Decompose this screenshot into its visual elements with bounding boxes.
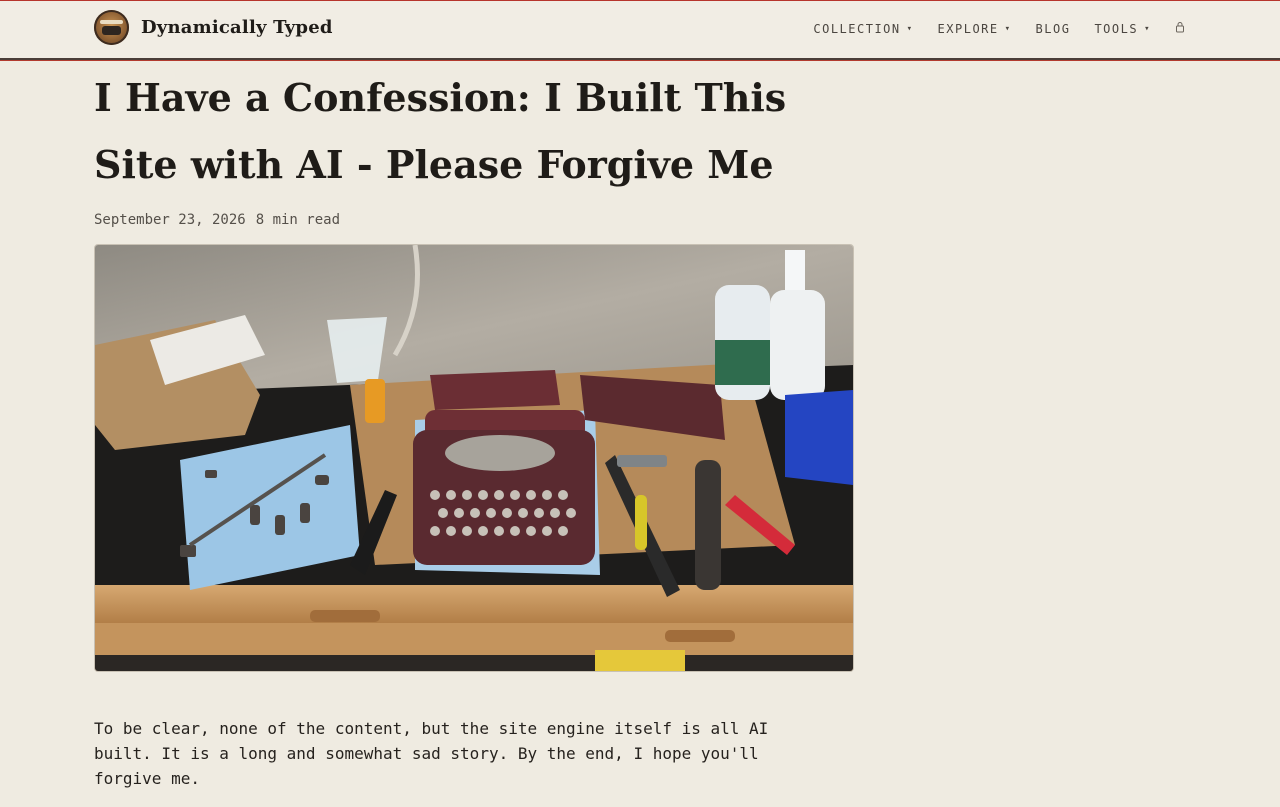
nav-collection[interactable]: COLLECTION ▾	[813, 22, 913, 36]
lock-button[interactable]	[1175, 22, 1185, 35]
hero-image	[94, 244, 854, 672]
article-intro: To be clear, none of the content, but th…	[94, 719, 769, 788]
lock-icon	[1176, 22, 1184, 33]
article-read-time: 8 min read	[255, 212, 341, 228]
site-brand-link[interactable]: Dynamically Typed	[94, 10, 333, 45]
chevron-down-icon: ▾	[1144, 24, 1151, 34]
nav-blog[interactable]: BLOG	[1036, 22, 1071, 36]
article-meta: September 23, 2026 8 min read	[94, 212, 854, 228]
chevron-down-icon: ▾	[1004, 24, 1012, 34]
nav-blog-label: BLOG	[1035, 22, 1071, 36]
site-header: Dynamically Typed COLLECTION ▾ EXPLORE ▾…	[0, 0, 1280, 61]
article-title: I Have a Confession: I Built This Site w…	[94, 75, 787, 187]
nav-tools[interactable]: TOOLS ▾	[1094, 22, 1151, 36]
typewriter-workbench-photo	[95, 245, 853, 671]
typewriter-logo-icon	[94, 10, 129, 45]
article-date: September 23, 2026	[94, 212, 246, 228]
chevron-down-icon: ▾	[906, 24, 914, 34]
nav-tools-label: TOOLS	[1094, 22, 1139, 36]
nav-explore-label: EXPLORE	[937, 22, 999, 36]
main-nav: COLLECTION ▾ EXPLORE ▾ BLOG TOOLS ▾	[813, 22, 1185, 36]
nav-collection-label: COLLECTION	[813, 22, 901, 36]
nav-explore[interactable]: EXPLORE ▾	[938, 22, 1012, 36]
site-name: Dynamically Typed	[141, 17, 333, 38]
article: I Have a Confession: I Built This Site w…	[94, 60, 854, 807]
